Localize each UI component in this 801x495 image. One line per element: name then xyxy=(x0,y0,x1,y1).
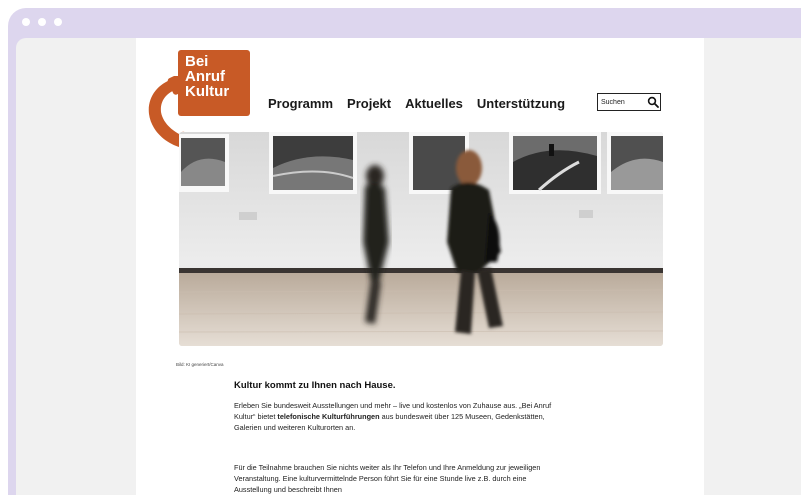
nav-item-programm[interactable]: Programm xyxy=(268,96,333,111)
browser-viewport: Bei Anruf Kultur Programm Projekt Aktuel… xyxy=(16,38,801,495)
browser-frame: Bei Anruf Kultur Programm Projekt Aktuel… xyxy=(8,8,801,495)
nav-item-aktuelles[interactable]: Aktuelles xyxy=(405,96,463,111)
intro-text-bold: telefonische Kulturführungen xyxy=(277,412,380,421)
nav-item-unterstuetzung[interactable]: Unterstützung xyxy=(477,96,565,111)
hero-image-caption: Bild: KI generiert/Canva xyxy=(176,362,224,367)
window-dot-maximize[interactable] xyxy=(54,18,62,26)
page-headline: Kultur kommt zu Ihnen nach Hause. xyxy=(234,380,396,391)
intro-paragraph: Erleben Sie bundesweit Ausstellungen und… xyxy=(234,400,554,433)
window-dot-close[interactable] xyxy=(22,18,30,26)
nav-item-projekt[interactable]: Projekt xyxy=(347,96,391,111)
site-logo[interactable]: Bei Anruf Kultur xyxy=(178,50,250,116)
web-page: Bei Anruf Kultur Programm Projekt Aktuel… xyxy=(136,38,704,495)
logo-text-line1: Bei xyxy=(185,53,209,70)
logo-text-line3: Kultur xyxy=(185,83,230,100)
window-controls xyxy=(22,18,62,26)
window-dot-minimize[interactable] xyxy=(38,18,46,26)
main-navigation: Programm Projekt Aktuelles Unterstützung xyxy=(268,96,565,111)
logo-text-line2: Anruf xyxy=(185,68,225,85)
search-icon[interactable] xyxy=(647,96,659,108)
hero-image xyxy=(179,132,663,346)
search-box xyxy=(597,93,661,111)
participation-paragraph: Für die Teilnahme brauchen Sie nichts we… xyxy=(234,463,541,494)
search-input[interactable] xyxy=(598,95,645,109)
